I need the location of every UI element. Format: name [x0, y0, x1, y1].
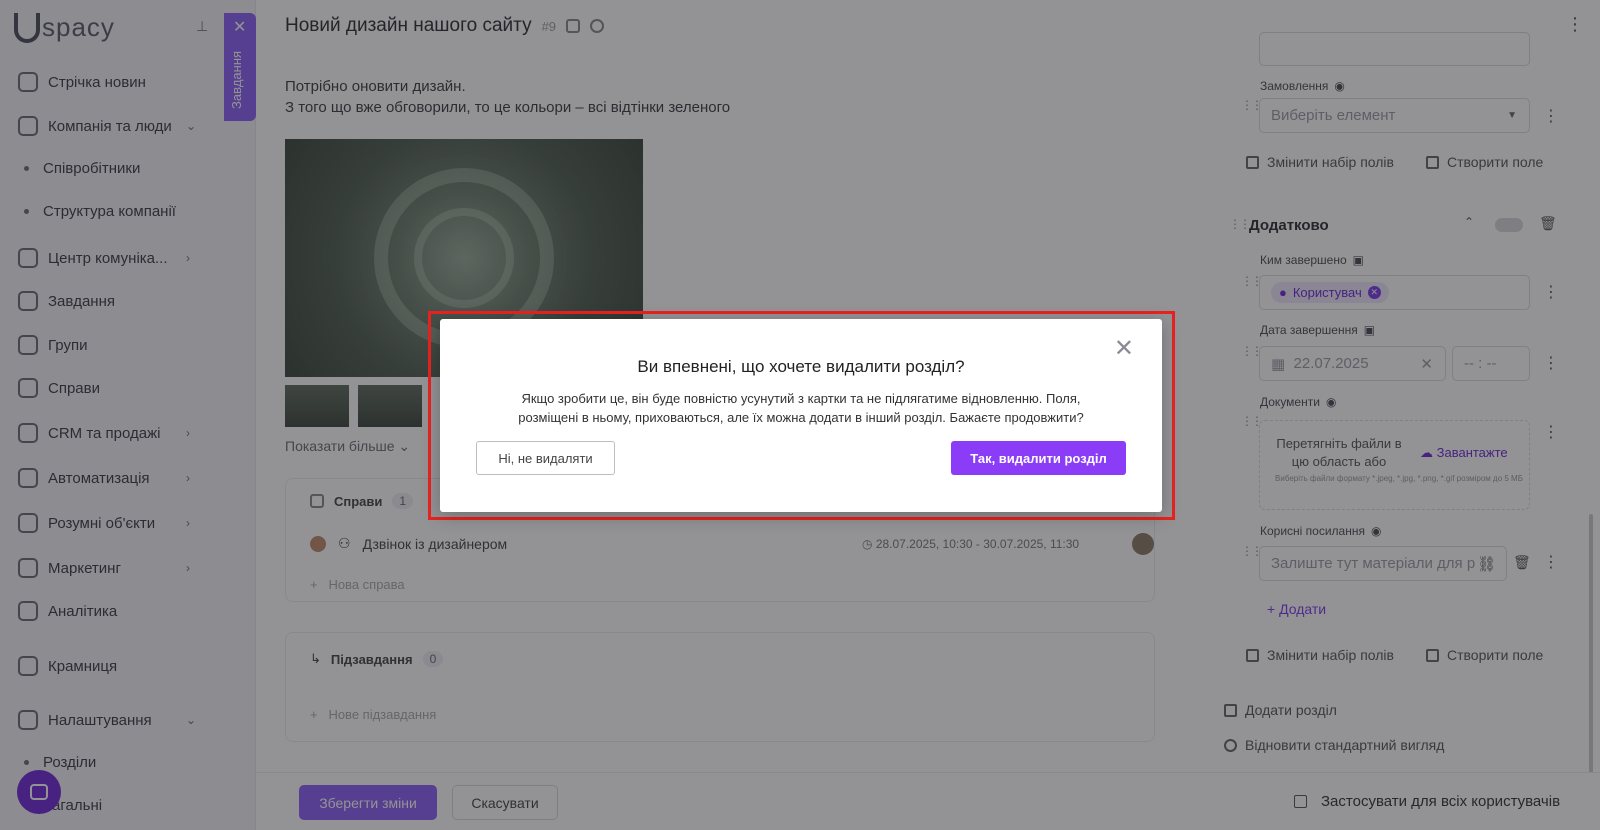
- modal-title: Ви впевнені, що хочете видалити розділ?: [637, 357, 965, 376]
- modal-text-line: Якщо зробити це, він буде повністю усуну…: [521, 391, 1081, 406]
- confirm-delete-button[interactable]: Так, видалити розділ: [951, 441, 1126, 475]
- modal-text: Якщо зробити це, він буде повністю усуну…: [470, 389, 1132, 427]
- delete-section-modal: ✕ Ви впевнені, що хочете видалити розділ…: [440, 319, 1162, 512]
- modal-text-line: розміщені в ньому, приховаються, але їх …: [518, 410, 1084, 425]
- cancel-delete-button[interactable]: Ні, не видаляти: [476, 441, 615, 475]
